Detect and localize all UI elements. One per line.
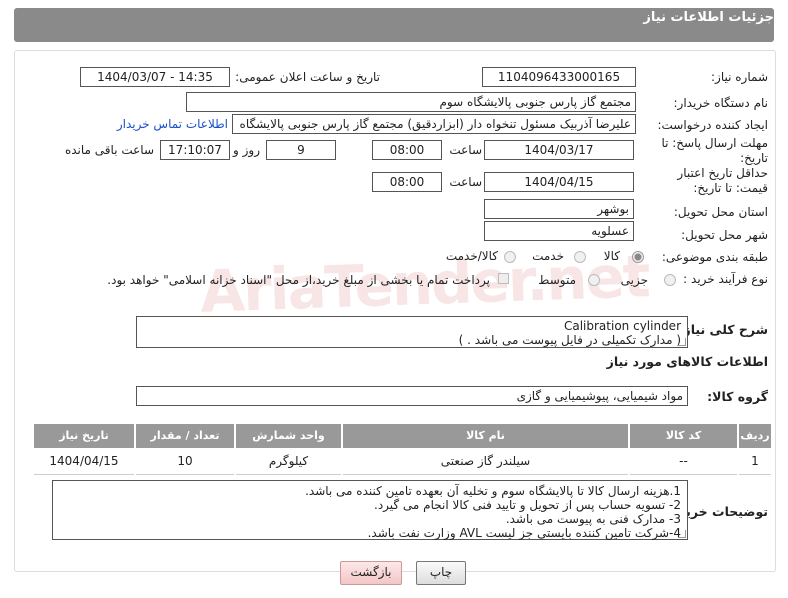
announce-datetime-label: تاریخ و ساعت اعلان عمومی:	[235, 70, 380, 84]
resize-handle-icon[interactable]	[678, 530, 686, 538]
purchase-option-medium: متوسط	[538, 273, 576, 287]
page-title: جزئیات اطلاعات نیاز	[643, 10, 774, 25]
buyer-org-label: نام دستگاه خریدار:	[673, 96, 769, 110]
request-creator-field: علیرضا آذربیک مسئول تنخواه دار (ابزاردقی…	[232, 114, 636, 134]
description-textarea[interactable]: Calibration cylinder ( مدارک تکمیلی در ف…	[136, 316, 688, 348]
response-time-field: 08:00	[372, 140, 442, 160]
table-cell-row-no: 1	[739, 448, 771, 475]
category-radio-goods-service[interactable]	[504, 251, 516, 263]
response-time-label: ساعت	[449, 143, 482, 157]
table-cell-quantity: 10	[136, 448, 234, 475]
response-deadline-label: مهلت ارسال پاسخ: تا تاریخ:	[661, 136, 768, 165]
table-cell-unit: کیلوگرم	[236, 448, 341, 475]
description-line-1: Calibration cylinder	[563, 319, 681, 333]
resize-handle-icon[interactable]	[678, 338, 686, 346]
response-date-field: 1404/03/17	[484, 140, 634, 160]
request-creator-label: ایجاد کننده درخواست:	[657, 118, 768, 132]
remaining-label: ساعت باقی مانده	[64, 143, 154, 157]
buyer-notes-textarea[interactable]: 1.هزینه ارسال کالا تا پالایشگاه سوم و تخ…	[52, 480, 688, 540]
table-cell-date: 1404/04/15	[34, 448, 134, 475]
purchase-radio-medium[interactable]	[588, 274, 600, 286]
buyer-note-line-2: 2- تسویه حساب پس از تحویل و تایید فنی کا…	[374, 498, 681, 512]
purchase-option-minor: جزیی	[620, 273, 648, 287]
description-label: شرح کلی نیاز:	[678, 322, 768, 337]
purchase-radio-minor[interactable]	[664, 274, 676, 286]
purchase-type-label: نوع فرآیند خرید :	[683, 272, 768, 286]
buyer-note-line-4: 4-شرکت تامین کننده بایستی جز لیست AVL وز…	[367, 526, 681, 540]
category-option-goods: کالا	[603, 249, 620, 263]
remaining-time-field: 17:10:07	[160, 140, 230, 160]
buyer-org-field: مجتمع گاز پارس جنوبی پالایشگاه سوم	[186, 92, 636, 112]
buyer-contact-link[interactable]: اطلاعات تماس خریدار	[117, 117, 228, 131]
table-header-name: نام کالا	[343, 424, 628, 448]
goods-group-field: مواد شیمیایی، پیوشیمیایی و گازی	[136, 386, 688, 406]
treasury-payment-checkbox[interactable]	[498, 273, 509, 284]
table-header-date: تاریخ نیاز	[34, 424, 134, 448]
need-number-label: شماره نیاز:	[711, 70, 768, 84]
table-header-unit: واحد شمارش	[236, 424, 341, 448]
table-header-row-no: ردیف	[739, 424, 771, 448]
back-button[interactable]: بازگشت	[340, 561, 402, 585]
days-label: روز و	[233, 143, 260, 157]
category-label: طبقه بندی موضوعی:	[661, 250, 768, 264]
validity-date-field: 1404/04/15	[484, 172, 634, 192]
print-button[interactable]: چاپ	[416, 561, 466, 585]
validity-time-label: ساعت	[449, 175, 482, 189]
category-radio-goods[interactable]	[632, 251, 644, 263]
announce-datetime-field: 1404/03/07 - 14:35	[80, 67, 230, 87]
table-header-code: کد کالا	[630, 424, 737, 448]
city-field: عسلویه	[484, 221, 634, 241]
description-line-2: ( مدارک تکمیلی در فایل پیوست می باشد . )	[458, 333, 681, 347]
goods-group-label: گروه کالا:	[707, 389, 768, 404]
table-cell-name: سیلندر گاز صنعتی	[343, 448, 628, 475]
category-radio-service[interactable]	[574, 251, 586, 263]
table-cell-code: --	[630, 448, 737, 475]
buyer-note-line-3: 3- مدارک فنی به پیوست می باشد.	[505, 512, 681, 526]
category-option-goods-service: کالا/خدمت	[445, 249, 498, 263]
need-number-field: 1104096433000165	[482, 67, 636, 87]
province-field: بوشهر	[484, 199, 634, 219]
response-days-field: 9	[266, 140, 336, 160]
goods-info-heading: اطلاعات کالاهای مورد نیاز	[606, 354, 768, 369]
goods-table: ردیف کد کالا نام کالا واحد شمارش تعداد /…	[32, 424, 772, 475]
delivery-province-label: استان محل تحویل:	[673, 205, 768, 219]
table-header-quantity: تعداد / مقدار	[136, 424, 234, 448]
validity-time-field: 08:00	[372, 172, 442, 192]
buyer-note-line-1: 1.هزینه ارسال کالا تا پالایشگاه سوم و تخ…	[305, 484, 681, 498]
category-option-service: خدمت	[532, 249, 564, 263]
price-validity-label: حداقل تاریخ اعتبار قیمت: تا تاریخ:	[677, 166, 768, 195]
treasury-payment-note: پرداخت تمام یا بخشی از مبلغ خرید،از محل …	[107, 273, 490, 287]
delivery-city-label: شهر محل تحویل:	[681, 228, 768, 242]
